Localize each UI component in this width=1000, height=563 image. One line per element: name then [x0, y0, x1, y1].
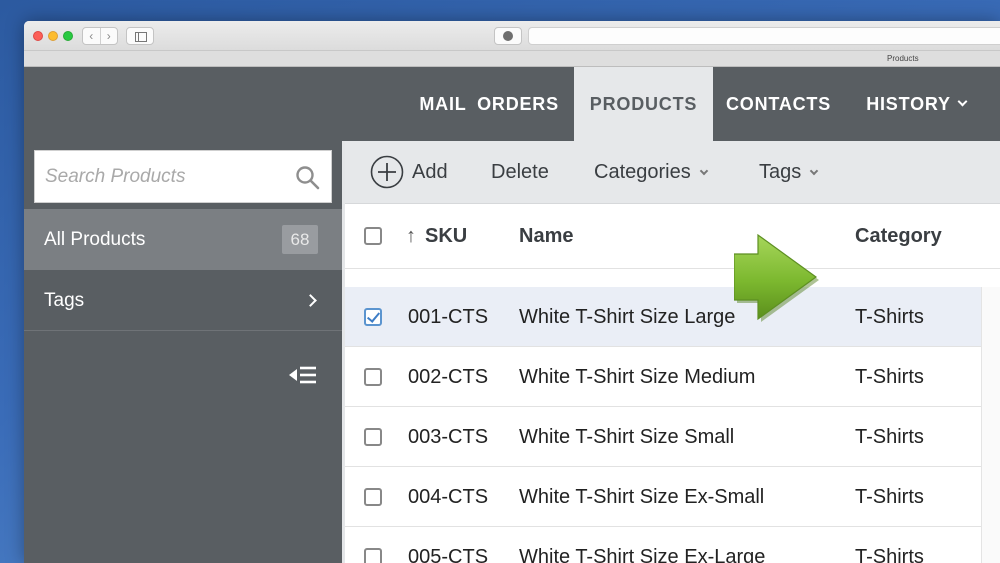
table-row[interactable]: 002-CTS White T-Shirt Size Medium T-Shir…: [345, 347, 981, 407]
collapse-sidebar-icon[interactable]: [288, 365, 318, 385]
name-cell: White T-Shirt Size Large: [519, 306, 736, 328]
row-checkbox[interactable]: [364, 368, 382, 386]
browser-window: ‹ › Products MAIL ORDERS PRODUCTS CONTAC…: [24, 21, 1000, 563]
category-cell: T-Shirts: [855, 486, 924, 508]
sidebar-item-all-products[interactable]: All Products 68: [24, 209, 342, 270]
sidebar-item-label: Tags: [44, 290, 85, 311]
chevron-down-icon: [699, 166, 708, 176]
category-cell: T-Shirts: [855, 366, 924, 388]
add-circle-icon[interactable]: [370, 155, 404, 189]
sidebar-item-tags[interactable]: Tags: [24, 270, 342, 331]
history-nav-buttons: ‹ ›: [82, 27, 118, 45]
main-content: Add Delete Categories Tags ↑ SKU Name Ca…: [342, 141, 1000, 563]
sku-cell: 002-CTS: [408, 366, 489, 388]
tags-dropdown[interactable]: Tags: [759, 141, 819, 204]
tags-dropdown-label: Tags: [759, 161, 802, 183]
search-icon[interactable]: [295, 165, 321, 191]
column-header-sku[interactable]: SKU: [425, 204, 467, 269]
tab-strip: Products: [24, 51, 1000, 67]
row-checkbox[interactable]: [364, 308, 382, 326]
table-row[interactable]: 001-CTS White T-Shirt Size Large T-Shirt…: [345, 287, 981, 347]
close-window-button[interactable]: [33, 31, 43, 41]
chevron-right-icon: [304, 294, 317, 307]
sku-cell: 004-CTS: [408, 486, 489, 508]
table-header: ↑ SKU Name Category: [345, 204, 1000, 269]
name-cell: White T-Shirt Size Small: [519, 426, 735, 448]
table-row[interactable]: 004-CTS White T-Shirt Size Ex-Small T-Sh…: [345, 467, 981, 527]
name-cell: White T-Shirt Size Ex-Large: [519, 546, 766, 563]
sku-cell: 003-CTS: [408, 426, 489, 448]
nav-orders-label: ORDERS: [477, 93, 559, 114]
categories-dropdown-label: Categories: [594, 161, 691, 183]
green-arrow-icon: [734, 233, 819, 322]
row-checkbox[interactable]: [364, 488, 382, 506]
toolbar: Add Delete Categories Tags: [345, 141, 1000, 204]
zoom-window-button[interactable]: [63, 31, 73, 41]
forward-icon[interactable]: ›: [101, 28, 118, 44]
sort-ascending-icon: ↑: [406, 225, 416, 247]
chevron-down-icon: [810, 166, 819, 176]
nav-contacts[interactable]: CONTACTS: [716, 67, 841, 141]
delete-button[interactable]: Delete: [491, 141, 549, 204]
name-cell: White T-Shirt Size Medium: [519, 366, 756, 388]
search-input[interactable]: [45, 151, 285, 202]
sku-cell: 001-CTS: [408, 306, 489, 328]
sidebar-toggle-icon[interactable]: [126, 27, 154, 45]
address-bar[interactable]: [528, 27, 1000, 45]
scrollbar[interactable]: [981, 287, 1000, 563]
chevron-down-icon: [957, 96, 968, 107]
row-checkbox[interactable]: [364, 548, 382, 563]
nav-orders[interactable]: ORDERS: [464, 67, 572, 141]
back-icon[interactable]: ‹: [83, 28, 101, 44]
nav-mail-label: MAIL: [419, 93, 467, 114]
app-header: MAIL ORDERS PRODUCTS CONTACTS HISTORY: [24, 67, 1000, 141]
nav-products[interactable]: PRODUCTS: [574, 67, 713, 141]
table-row[interactable]: 003-CTS White T-Shirt Size Small T-Shirt…: [345, 407, 981, 467]
nav-history-label: HISTORY: [866, 93, 951, 114]
select-all-checkbox[interactable]: [364, 227, 382, 245]
search-box: [34, 150, 332, 203]
count-badge: 68: [282, 225, 318, 254]
left-sidebar: All Products 68 Tags: [24, 141, 342, 563]
category-cell: T-Shirts: [855, 426, 924, 448]
adblock-extension-icon[interactable]: [494, 27, 522, 45]
column-header-category[interactable]: Category: [855, 204, 942, 269]
category-cell: T-Shirts: [855, 546, 924, 563]
name-cell: White T-Shirt Size Ex-Small: [519, 486, 765, 508]
title-bar: ‹ ›: [24, 21, 1000, 51]
sku-cell: 005-CTS: [408, 546, 489, 563]
table-row[interactable]: 005-CTS White T-Shirt Size Ex-Large T-Sh…: [345, 527, 981, 563]
sidebar-item-label: All Products: [44, 229, 146, 250]
add-button[interactable]: Add: [412, 141, 448, 204]
nav-contacts-label: CONTACTS: [725, 93, 832, 114]
categories-dropdown[interactable]: Categories: [594, 141, 708, 204]
nav-products-label: PRODUCTS: [589, 93, 698, 114]
row-checkbox[interactable]: [364, 428, 382, 446]
nav-history[interactable]: HISTORY: [850, 67, 982, 141]
minimize-window-button[interactable]: [48, 31, 58, 41]
browser-tab-title[interactable]: Products: [887, 51, 919, 66]
category-cell: T-Shirts: [855, 306, 924, 328]
column-header-name[interactable]: Name: [519, 204, 573, 269]
